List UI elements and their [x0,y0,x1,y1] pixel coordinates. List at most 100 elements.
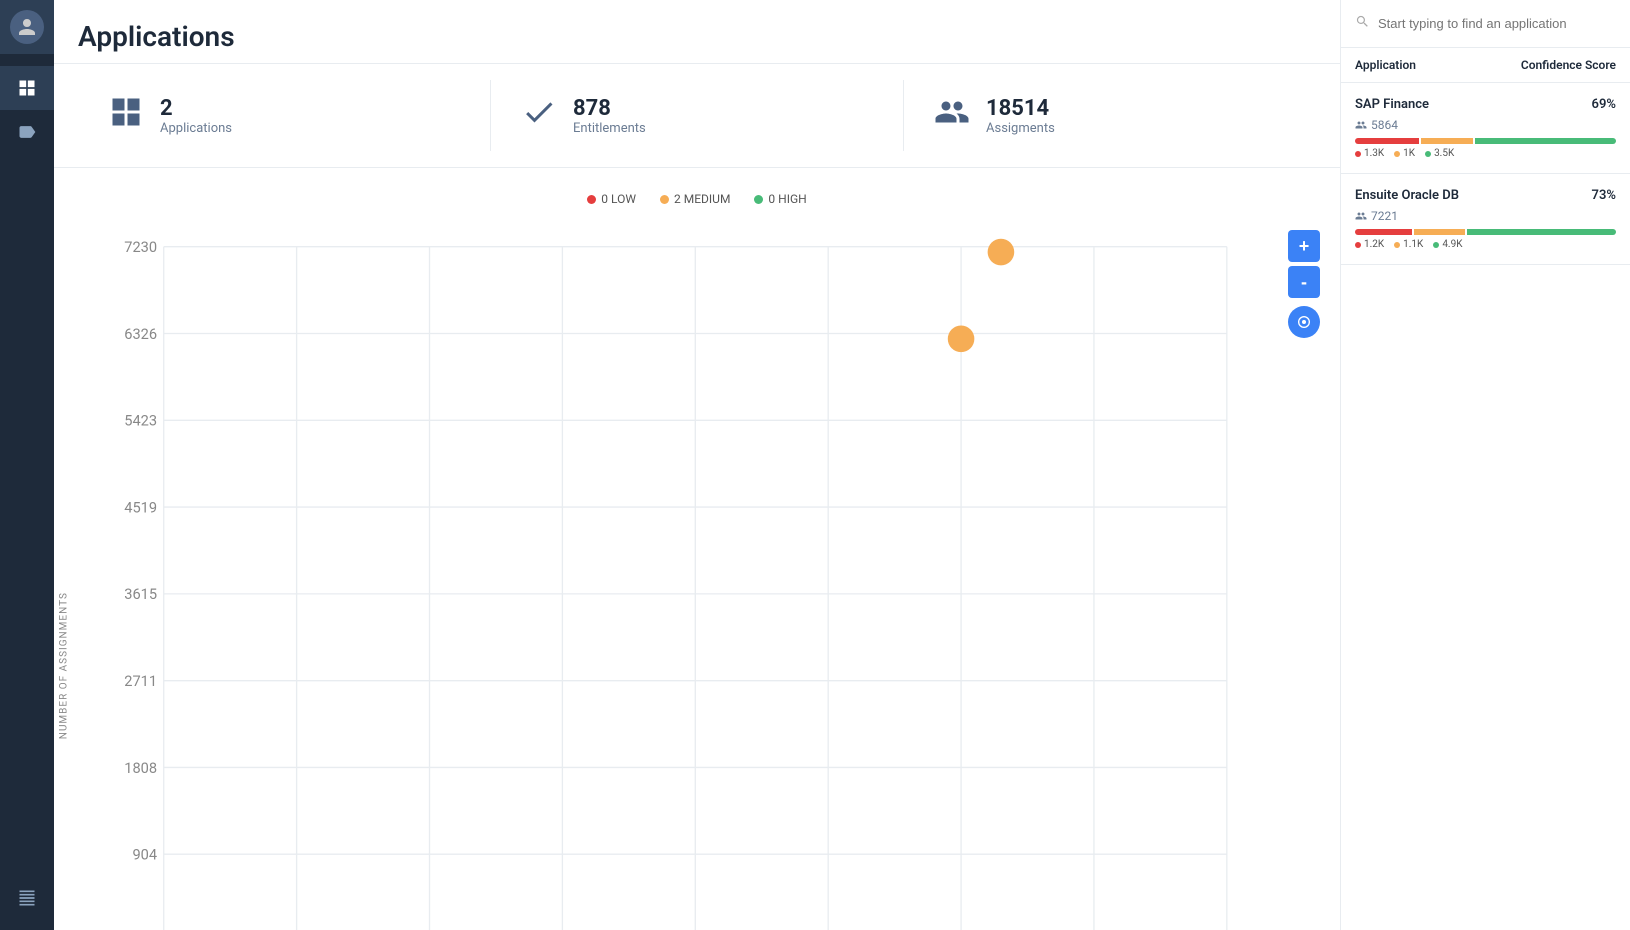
sidebar-bottom [0,876,54,930]
app-score: 73% [1592,188,1616,203]
panel-header-application: Application [1355,58,1416,72]
app-item-header: Ensuite Oracle DB 73% [1355,188,1616,203]
panel-header: Application Confidence Score [1341,48,1630,83]
bar-label-red-text: 1.3K [1364,148,1384,159]
dot-orange [1394,242,1400,248]
applications-icon [108,94,144,137]
chart-svg: 7230 6326 5423 4519 3615 2711 1808 904 0… [84,220,1280,930]
zoom-out-button[interactable]: - [1288,266,1320,298]
app-score: 69% [1592,97,1616,112]
assignments-count: 18514 [986,96,1055,121]
search-icon [1355,14,1370,33]
legend-low: 0 LOW [587,192,636,206]
dot-red [1355,151,1361,157]
data-point-1[interactable] [988,239,1015,266]
bar-label-red: 1.2K [1355,239,1384,250]
stats-row: 2 Applications 878 Entitlements 18514 As… [54,64,1340,168]
sidebar-icon-grid[interactable] [0,66,54,110]
app-user-count: 7221 [1371,209,1398,223]
bar-red [1355,229,1412,235]
applications-label: Applications [160,121,232,136]
sidebar-icon-tag[interactable] [0,110,54,154]
assignments-icon [934,94,970,137]
sidebar-icon-table[interactable] [0,876,54,920]
svg-text:3615: 3615 [124,585,157,603]
right-panel: Application Confidence Score SAP Finance… [1340,0,1630,930]
entitlements-icon [521,94,557,137]
page-title: Applications [78,20,1316,53]
chart-legend: 0 LOW 2 MEDIUM 0 HIGH [54,184,1340,210]
stat-entitlements: 878 Entitlements [491,80,904,151]
svg-text:1808: 1808 [124,759,157,777]
bar-orange [1414,229,1465,235]
svg-text:2711: 2711 [124,672,157,690]
bar-label-green-text: 4.9K [1442,239,1462,250]
stat-assignments-info: 18514 Assigments [986,96,1055,136]
app-users: 7221 [1355,209,1616,223]
app-user-count: 5864 [1371,118,1398,132]
dot-green [1425,151,1431,157]
search-box [1341,0,1630,48]
legend-high: 0 HIGH [754,192,806,206]
chart-wrapper: NUMBER OF ASSIGNMENTS + - [54,210,1340,930]
bar-label-green: 4.9K [1433,239,1462,250]
dot-orange [1394,151,1400,157]
avatar-container [0,0,54,54]
stat-applications: 2 Applications [78,80,491,151]
chart-container: 0 LOW 2 MEDIUM 0 HIGH NUMBER OF ASSIGNME… [54,168,1340,930]
zoom-controls: + - [1288,230,1320,338]
stat-applications-info: 2 Applications [160,96,232,136]
svg-text:904: 904 [132,846,157,864]
dot-green [1433,242,1439,248]
legend-high-label: 0 HIGH [768,192,806,206]
dot-red [1355,242,1361,248]
bar-label-orange: 1K [1394,148,1415,159]
entitlements-count: 878 [573,96,646,121]
main-content: Applications 2 Applications 878 Entitlem… [54,0,1340,930]
bar-orange [1421,138,1472,144]
legend-medium-dot [660,195,669,204]
header: Applications [54,0,1340,64]
app-bar-labels: 1.3K 1K 3.5K [1355,148,1616,159]
entitlements-label: Entitlements [573,121,646,136]
svg-text:5423: 5423 [124,412,157,430]
app-name: Ensuite Oracle DB [1355,188,1459,203]
svg-text:6326: 6326 [124,325,157,343]
legend-low-dot [587,195,596,204]
legend-medium-label: 2 MEDIUM [674,192,730,206]
bar-label-red: 1.3K [1355,148,1384,159]
app-name: SAP Finance [1355,97,1429,112]
bar-label-orange: 1.1K [1394,239,1423,250]
list-item[interactable]: SAP Finance 69% 5864 1.3K 1K 3.5K [1341,83,1630,174]
legend-high-dot [754,195,763,204]
app-bar [1355,138,1616,144]
app-users: 5864 [1355,118,1616,132]
app-bar-labels: 1.2K 1.1K 4.9K [1355,239,1616,250]
bar-green [1475,138,1616,144]
zoom-in-button[interactable]: + [1288,230,1320,262]
panel-header-confidence: Confidence Score [1521,58,1616,72]
search-input[interactable] [1378,16,1616,31]
y-axis-label: NUMBER OF ASSIGNMENTS [54,210,74,930]
chart-plot-area: + - [74,210,1340,930]
assignments-label: Assigments [986,121,1055,136]
legend-medium: 2 MEDIUM [660,192,730,206]
legend-low-label: 0 LOW [601,192,636,206]
svg-text:4519: 4519 [124,498,157,516]
bar-label-green-text: 3.5K [1434,148,1454,159]
bar-red [1355,138,1419,144]
sidebar-nav [0,54,54,166]
zoom-reset-button[interactable] [1288,306,1320,338]
data-point-2[interactable] [948,325,975,352]
stat-assignments: 18514 Assigments [904,80,1316,151]
bar-label-green: 3.5K [1425,148,1454,159]
bar-label-orange-text: 1K [1403,148,1415,159]
applications-count: 2 [160,96,232,121]
list-item[interactable]: Ensuite Oracle DB 73% 7221 1.2K 1.1K 4.9… [1341,174,1630,265]
bar-green [1467,229,1616,235]
sidebar [0,0,54,930]
svg-text:7230: 7230 [124,238,157,256]
bar-label-red-text: 1.2K [1364,239,1384,250]
app-bar [1355,229,1616,235]
stat-entitlements-info: 878 Entitlements [573,96,646,136]
